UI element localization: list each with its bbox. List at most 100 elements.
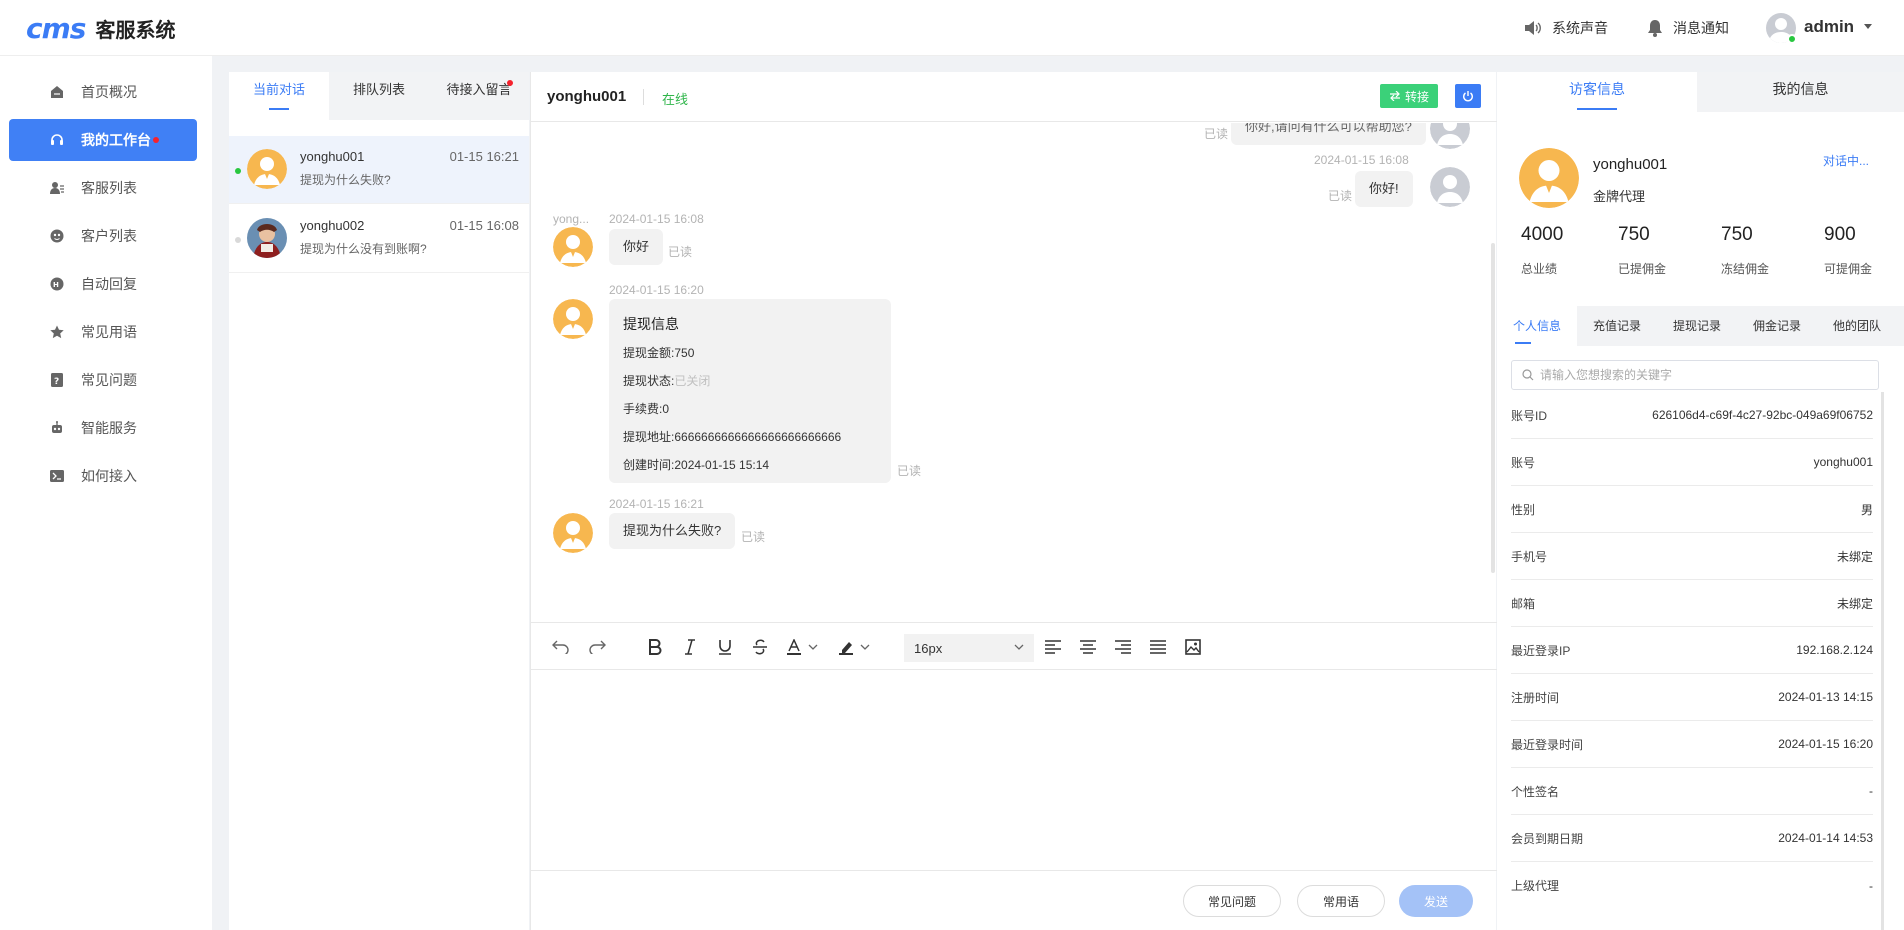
sidebar-item-workbench[interactable]: 我的工作台 — [9, 119, 197, 161]
align-left-icon — [1045, 640, 1061, 654]
search-input[interactable] — [1540, 368, 1860, 382]
transfer-button[interactable]: 转接 — [1380, 84, 1438, 108]
agent-icon — [50, 182, 64, 194]
highlight-color-button[interactable] — [837, 635, 877, 659]
sidebar-item-how-to-integrate[interactable]: 如何接入 — [9, 455, 197, 497]
info-scrollbar[interactable] — [1881, 392, 1884, 930]
message-notify-toggle[interactable]: 消息通知 — [1647, 18, 1729, 38]
info-row-email: 邮箱 未绑定 — [1511, 580, 1873, 627]
send-button[interactable]: 发送 — [1399, 885, 1473, 917]
info-row-signature: 个性签名 - — [1511, 768, 1873, 815]
customer-icon — [50, 229, 64, 243]
online-status-dot — [235, 168, 241, 174]
power-icon — [1463, 91, 1473, 102]
visitor-info-panel: 访客信息 我的信息 yonghu001 金牌代理 对话中... 4000 总业绩 … — [1497, 72, 1904, 930]
message-list[interactable]: 你好,请问有什么可以帮助您? 已读 2024-01-15 16:08 你好! 已… — [531, 123, 1497, 621]
logo-mark: cms — [26, 11, 86, 45]
bold-icon — [649, 639, 662, 655]
conversation-item[interactable]: yonghu001 01-15 16:21 提现为什么失败? — [229, 136, 529, 204]
top-header: cms 客服系统 系统声音 消息通知 admin — [0, 0, 1904, 56]
chat-user-name: yonghu001 — [547, 88, 627, 105]
align-center-button[interactable] — [1076, 635, 1100, 659]
end-chat-button[interactable] — [1455, 84, 1481, 108]
info-row-register-time: 注册时间 2024-01-13 14:15 — [1511, 674, 1873, 721]
info-search[interactable] — [1511, 360, 1879, 390]
align-left-button[interactable] — [1041, 635, 1065, 659]
conversation-last-message: 提现为什么失败? — [300, 173, 391, 187]
strikethrough-button[interactable] — [748, 635, 772, 659]
online-status-dot — [1787, 34, 1797, 44]
robot-icon — [52, 421, 62, 433]
chat-window: yonghu001 在线 转接 你好,请问有什么可以帮助您? 已读 2024-0… — [530, 72, 1497, 930]
card-row-amount: 提现金额:750 — [623, 346, 695, 360]
message-editor[interactable] — [531, 670, 1497, 870]
auto-reply-icon: H — [50, 277, 64, 291]
bold-button[interactable] — [643, 635, 667, 659]
font-size-select[interactable]: 16px — [904, 634, 1034, 662]
search-icon — [1522, 369, 1534, 381]
sidebar-item-auto-reply[interactable]: H 自动回复 — [9, 263, 197, 305]
notification-dot — [507, 80, 513, 86]
conversation-item[interactable]: yonghu002 01-15 16:08 提现为什么没有到账啊? — [229, 205, 529, 273]
tab-withdrawal-records[interactable]: 提现记录 — [1657, 306, 1737, 346]
chevron-down-icon — [1014, 644, 1024, 650]
tab-recharge-records[interactable]: 充值记录 — [1577, 306, 1657, 346]
sidebar-item-faq[interactable]: ? 常见问题 — [9, 359, 197, 401]
agent-avatar — [1430, 167, 1470, 207]
sidebar-item-agents[interactable]: 客服列表 — [9, 167, 197, 209]
message-time: 2024-01-15 16:08 — [1314, 153, 1409, 167]
sidebar-item-home[interactable]: 首页概况 — [9, 71, 197, 113]
chat-header: yonghu001 在线 转接 — [531, 72, 1497, 122]
tab-commission-records[interactable]: 佣金记录 — [1737, 306, 1817, 346]
message-time: 2024-01-15 16:20 — [609, 283, 704, 297]
card-title: 提现信息 — [623, 316, 679, 332]
message-scrollbar[interactable] — [1491, 243, 1495, 573]
sidebar-item-smart-service[interactable]: 智能服务 — [9, 407, 197, 449]
undo-button[interactable] — [549, 635, 573, 659]
strikethrough-icon — [753, 639, 767, 655]
sidebar: 首页概况 我的工作台 客服列表 客户列表 H 自动回复 常见用语 ? 常见问题 … — [0, 56, 212, 930]
system-sound-toggle[interactable]: 系统声音 — [1524, 18, 1608, 38]
sidebar-item-phrases[interactable]: 常见用语 — [9, 311, 197, 353]
speaker-icon — [1525, 21, 1541, 35]
tab-my-info[interactable]: 我的信息 — [1697, 72, 1904, 112]
tab-visitor-info[interactable]: 访客信息 — [1497, 72, 1697, 112]
italic-button[interactable] — [678, 635, 702, 659]
app-name: 客服系统 — [95, 20, 176, 42]
tab-personal-info[interactable]: 个人信息 — [1497, 306, 1577, 346]
visitor-name: yonghu001 — [1593, 156, 1668, 173]
align-right-button[interactable] — [1111, 635, 1135, 659]
insert-image-button[interactable] — [1181, 635, 1205, 659]
message-time: 2024-01-15 16:08 — [609, 212, 704, 226]
justify-button[interactable] — [1146, 635, 1170, 659]
home-icon — [51, 86, 63, 98]
caret-down-icon[interactable] — [1864, 24, 1872, 29]
visitor-avatar — [553, 299, 593, 339]
tab-team[interactable]: 他的团队 — [1817, 306, 1897, 346]
tab-pending-messages[interactable]: 待接入留言 — [429, 72, 529, 120]
offline-status-dot — [235, 237, 241, 243]
redo-button[interactable] — [585, 635, 609, 659]
sidebar-item-customers[interactable]: 客户列表 — [9, 215, 197, 257]
admin-name[interactable]: admin — [1804, 17, 1854, 37]
common-phrases-button[interactable]: 常用语 — [1297, 885, 1385, 917]
conversation-panel: 当前对话 排队列表 待接入留言 yonghu001 01-15 16:21 提现… — [229, 72, 529, 930]
underline-button[interactable] — [713, 635, 737, 659]
terminal-icon — [50, 470, 64, 482]
svg-text:H: H — [53, 281, 59, 289]
logo: cms 客服系统 — [26, 14, 175, 43]
svg-text:?: ? — [54, 377, 59, 387]
read-status: 已读 — [1328, 189, 1353, 203]
admin-avatar[interactable] — [1766, 13, 1797, 44]
tab-current-conversations[interactable]: 当前对话 — [229, 72, 329, 120]
stat-available-commission: 900 可提佣金 — [1824, 224, 1873, 276]
faq-button[interactable]: 常见问题 — [1183, 885, 1281, 917]
transfer-icon — [1389, 91, 1400, 101]
chat-status-link[interactable]: 对话中... — [1823, 152, 1869, 169]
tab-queue-list[interactable]: 排队列表 — [329, 72, 429, 120]
editor-toolbar: 16px — [531, 622, 1497, 670]
align-center-icon — [1080, 640, 1096, 654]
undo-icon — [552, 640, 569, 654]
font-color-button[interactable] — [785, 635, 825, 659]
visitor-avatar — [553, 227, 593, 267]
